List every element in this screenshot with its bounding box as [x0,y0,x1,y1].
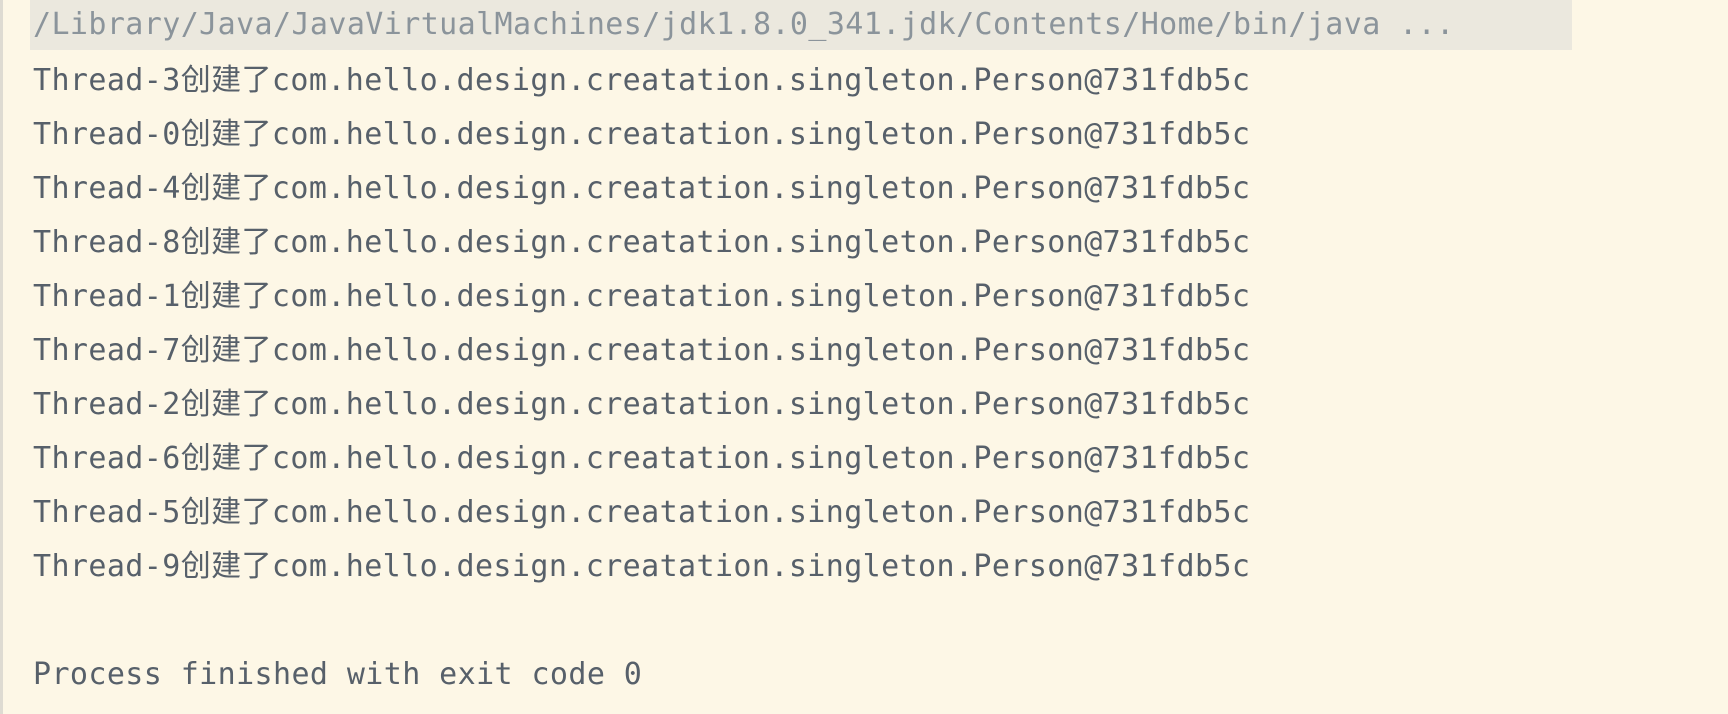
console-output-line: Thread-2创建了com.hello.design.creatation.s… [33,387,1251,422]
console-output-line: Thread-1创建了com.hello.design.creatation.s… [33,279,1251,314]
console-output-line: Thread-9创建了com.hello.design.creatation.s… [33,549,1251,584]
command-line-row[interactable]: /Library/Java/JavaVirtualMachines/jdk1.8… [30,0,1572,50]
console-output-line: Thread-0创建了com.hello.design.creatation.s… [33,117,1251,152]
console-output-line: Thread-8创建了com.hello.design.creatation.s… [33,225,1251,260]
console-output-line: Thread-5创建了com.hello.design.creatation.s… [33,495,1251,530]
command-line-text: /Library/Java/JavaVirtualMachines/jdk1.8… [33,7,1455,42]
console-output-line: Thread-3创建了com.hello.design.creatation.s… [33,63,1251,98]
run-console-output[interactable]: /Library/Java/JavaVirtualMachines/jdk1.8… [0,0,1728,714]
console-output-line: Thread-4创建了com.hello.design.creatation.s… [33,171,1251,206]
process-exit-message: Process finished with exit code 0 [33,657,643,692]
console-output-line: Thread-7创建了com.hello.design.creatation.s… [33,333,1251,368]
console-output-line: Thread-6创建了com.hello.design.creatation.s… [33,441,1251,476]
